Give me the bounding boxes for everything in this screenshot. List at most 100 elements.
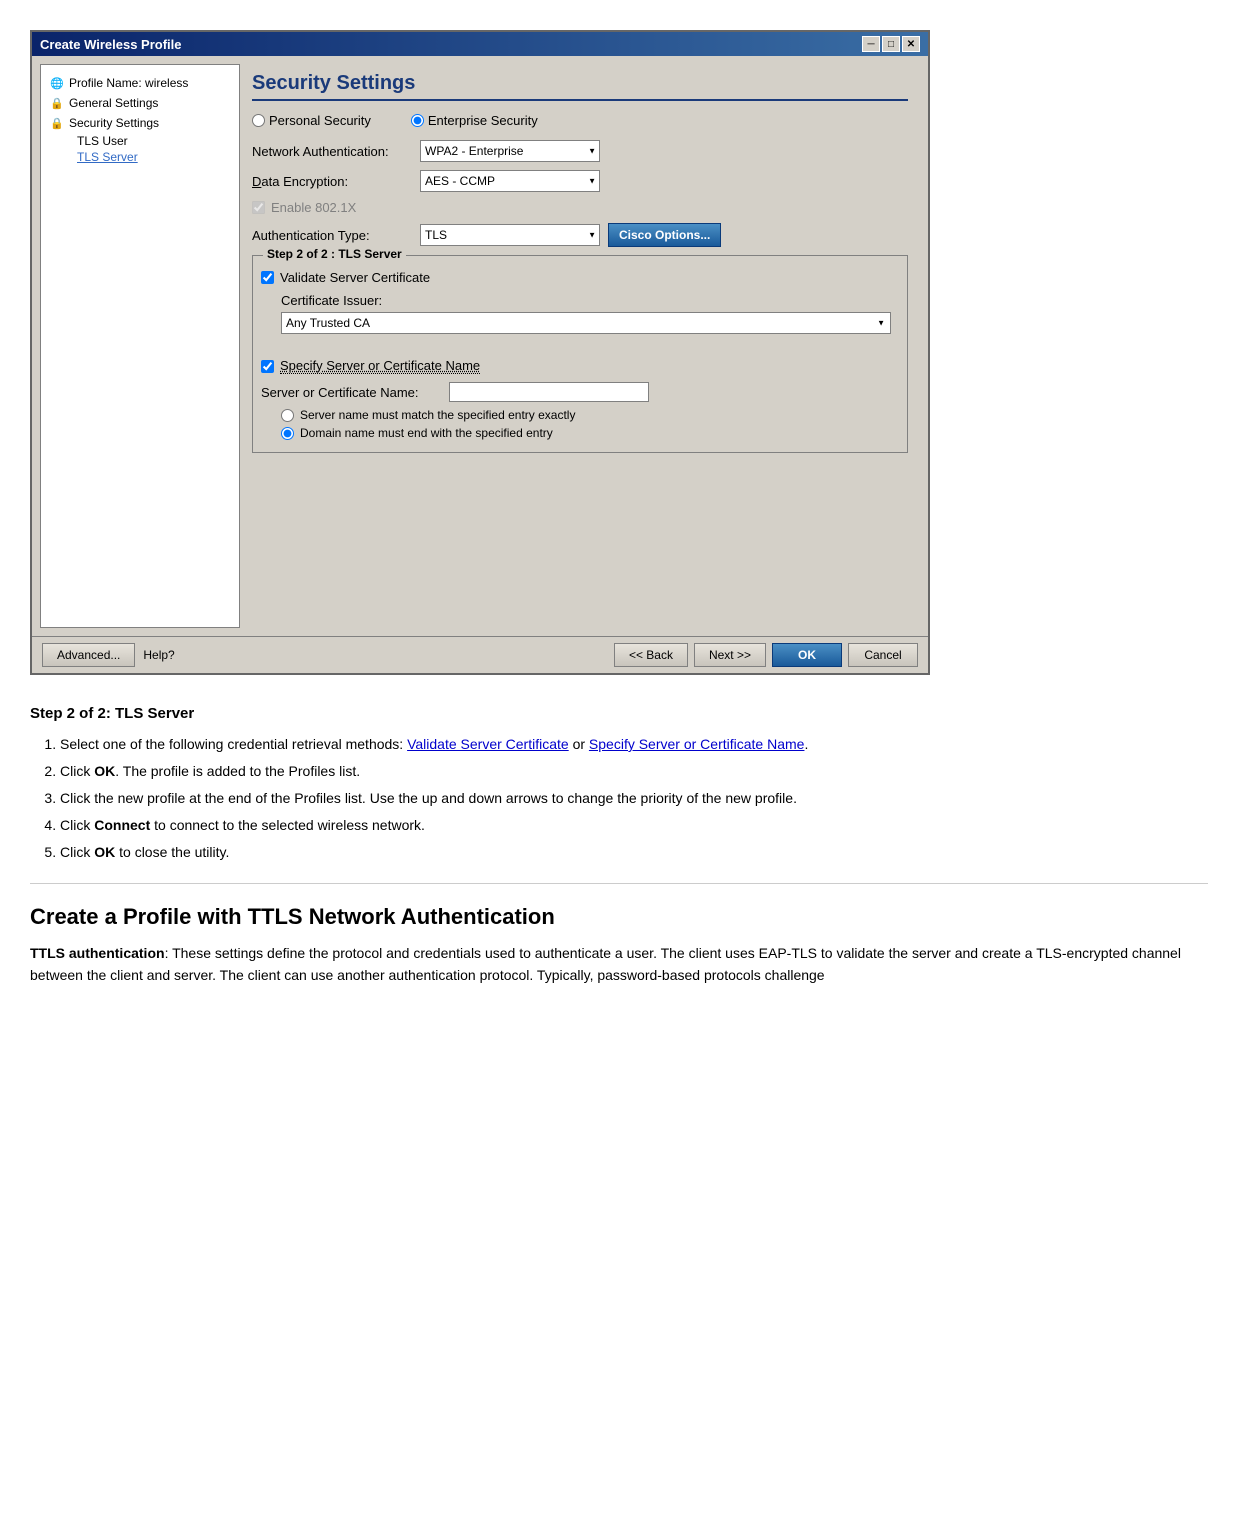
enterprise-security-label: Enterprise Security [428,113,538,128]
network-auth-select-wrapper: WPA2 - Enterprise WPA - Enterprise WPA2 … [420,140,600,162]
step4-text-after: to connect to the selected wireless netw… [150,817,425,833]
section-heading: Create a Profile with TTLS Network Authe… [30,904,1208,930]
specify-server-cert-link[interactable]: Specify Server or Certificate Name [589,736,805,752]
sidebar-security-settings-label: Security Settings [69,116,159,130]
step-3: Click the new profile at the end of the … [60,788,1208,809]
sidebar-sub-items: TLS User TLS Server [49,133,231,165]
validate-cert-row: Validate Server Certificate [261,270,899,285]
domain-end-radio[interactable] [281,427,294,440]
server-cert-name-label: Server or Certificate Name: [261,385,441,400]
network-auth-label: Network Authentication: [252,144,412,159]
data-encryption-select-wrapper: AES - CCMP TKIP None [420,170,600,192]
data-encryption-row: Data Encryption: AES - CCMP TKIP None [252,170,908,192]
step5-text-after: to close the utility. [115,844,229,860]
titlebar-buttons: ─ □ ✕ [862,36,920,52]
sidebar-item-general-settings[interactable]: 🔒 General Settings [49,93,231,113]
sidebar-item-security-settings[interactable]: 🔒 Security Settings [49,113,231,133]
section-para: TTLS authentication: These settings defi… [30,942,1208,987]
match-exact-option: Server name must match the specified ent… [281,408,899,422]
cisco-options-button[interactable]: Cisco Options... [608,223,721,247]
sidebar-profile-name-label: Profile Name: wireless [69,76,188,90]
cert-issuer-select[interactable]: Any Trusted CA Other CA [281,312,891,334]
step-5: Click OK to close the utility. [60,842,1208,863]
network-auth-row: Network Authentication: WPA2 - Enterpris… [252,140,908,162]
step-4: Click Connect to connect to the selected… [60,815,1208,836]
next-button[interactable]: Next >> [694,643,766,667]
step-1: Select one of the following credential r… [60,734,1208,755]
right-panel: Security Settings Personal Security Ente… [240,64,920,628]
footer-left: Advanced... Help? [42,643,175,667]
section-divider [30,883,1208,884]
data-encryption-label: Data Encryption: [252,174,412,189]
step1-text-after: . [804,736,808,752]
steps-list: Select one of the following credential r… [60,734,1208,863]
personal-security-radio[interactable] [252,114,265,127]
minimize-button[interactable]: ─ [862,36,880,52]
specify-server-label: Specify Server or Certificate Name [280,358,480,374]
validate-cert-label: Validate Server Certificate [280,270,430,285]
sidebar-item-tls-user[interactable]: TLS User [77,133,231,149]
validate-server-cert-link[interactable]: Validate Server Certificate [407,736,569,752]
enable-8021x-label: Enable 802.1X [271,200,356,215]
help-link[interactable]: Help? [143,648,174,662]
step4-text-before: Click [60,817,94,833]
personal-security-option[interactable]: Personal Security [252,113,371,128]
cancel-button[interactable]: Cancel [848,643,918,667]
profile-icon: 🌐 [49,75,65,91]
sidebar-item-profile-name[interactable]: 🌐 Profile Name: wireless [49,73,231,93]
step2-bold: OK [94,763,115,779]
specify-server-checkbox[interactable] [261,360,274,373]
section-para-text: : These settings define the protocol and… [30,945,1181,983]
auth-type-select[interactable]: TLS PEAP TTLS LEAP [420,224,600,246]
tls-box-legend: Step 2 of 2 : TLS Server [263,247,406,261]
domain-end-option: Domain name must end with the specified … [281,426,899,440]
step2-text-after: . The profile is added to the Profiles l… [115,763,360,779]
panel-title: Security Settings [252,72,908,101]
maximize-button[interactable]: □ [882,36,900,52]
cert-issuer-label: Certificate Issuer: [281,293,899,308]
server-cert-name-row: Server or Certificate Name: [261,382,899,402]
domain-end-label: Domain name must end with the specified … [300,426,553,440]
sidebar: 🌐 Profile Name: wireless 🔒 General Setti… [40,64,240,628]
server-cert-name-input[interactable] [449,382,649,402]
specify-server-row: Specify Server or Certificate Name [261,358,899,374]
auth-type-row: Authentication Type: TLS PEAP TTLS LEAP … [252,223,908,247]
enterprise-security-radio[interactable] [411,114,424,127]
create-wireless-profile-dialog: Create Wireless Profile ─ □ ✕ 🌐 Profile … [30,30,930,675]
step5-text-before: Click [60,844,94,860]
validate-cert-checkbox[interactable] [261,271,274,284]
tls-box-content: Validate Server Certificate Certificate … [261,264,899,440]
data-label-d: Data Encryption: [252,174,348,189]
data-encryption-select[interactable]: AES - CCMP TKIP None [420,170,600,192]
auth-type-select-wrapper: TLS PEAP TTLS LEAP [420,224,600,246]
sidebar-general-settings-label: General Settings [69,96,158,110]
advanced-button[interactable]: Advanced... [42,643,135,667]
dialog-footer: Advanced... Help? << Back Next >> OK Can… [32,636,928,673]
match-exact-radio[interactable] [281,409,294,422]
step-heading: Step 2 of 2: TLS Server [30,705,1208,722]
page-content: Step 2 of 2: TLS Server Select one of th… [0,695,1238,1017]
step-2: Click OK. The profile is added to the Pr… [60,761,1208,782]
network-auth-select[interactable]: WPA2 - Enterprise WPA - Enterprise WPA2 … [420,140,600,162]
enable-8021x-row: Enable 802.1X [252,200,908,215]
tls-server-label: TLS Server [77,150,138,164]
back-button[interactable]: << Back [614,643,688,667]
ok-button[interactable]: OK [772,643,842,667]
dialog-wrapper: Create Wireless Profile ─ □ ✕ 🌐 Profile … [0,0,1238,695]
personal-security-label: Personal Security [269,113,371,128]
dialog-title: Create Wireless Profile [40,37,182,52]
security-type-row: Personal Security Enterprise Security [252,113,908,128]
step3-text: Click the new profile at the end of the … [60,790,797,806]
enable-8021x-checkbox [252,201,265,214]
step2-text-before: Click [60,763,94,779]
dialog-titlebar: Create Wireless Profile ─ □ ✕ [32,32,928,56]
auth-type-label: Authentication Type: [252,228,412,243]
tls-user-label: TLS User [77,134,128,148]
sidebar-item-tls-server[interactable]: TLS Server [77,149,231,165]
close-button[interactable]: ✕ [902,36,920,52]
tls-server-box: Step 2 of 2 : TLS Server Validate Server… [252,255,908,453]
step5-bold: OK [94,844,115,860]
enterprise-security-option[interactable]: Enterprise Security [411,113,538,128]
step4-bold: Connect [94,817,150,833]
cert-issuer-select-wrapper: Any Trusted CA Other CA [281,312,891,334]
